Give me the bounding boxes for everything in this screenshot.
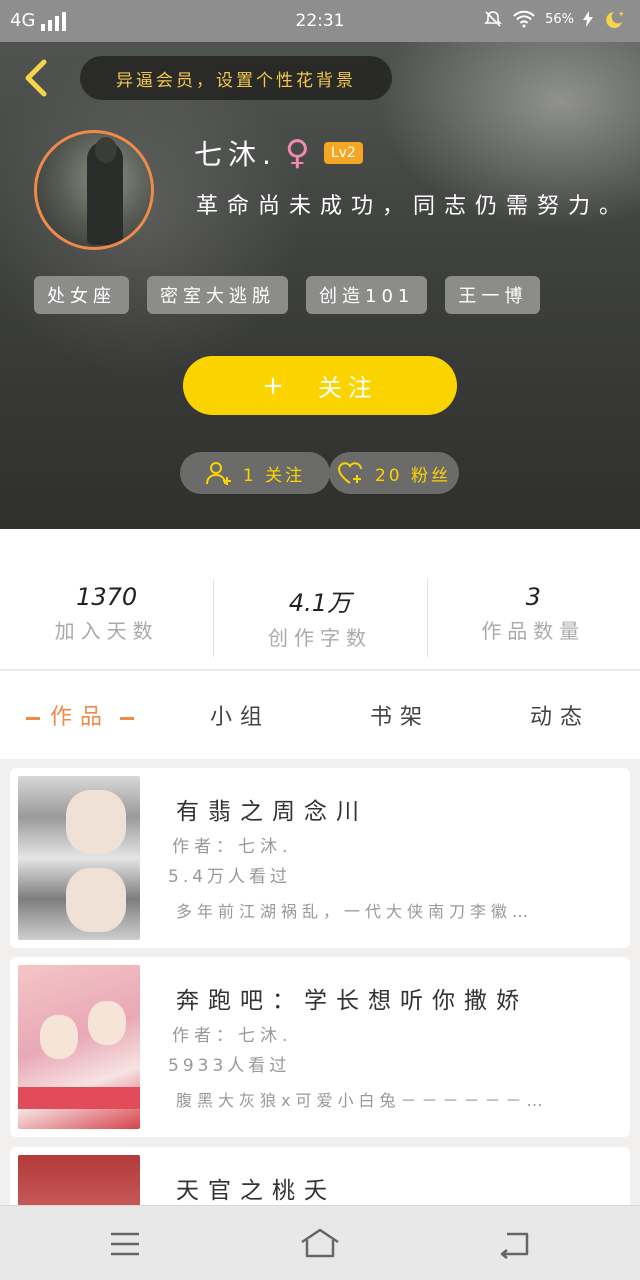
work-cover [18,776,140,940]
work-title: 有翡之周念川 [176,799,368,825]
profile-tabs: 作品 小组 书架 动态 [0,671,640,759]
cover-face [88,1001,126,1045]
stat-label: 加入天数 [54,619,159,643]
cover-ribbon [18,1087,140,1109]
follow-label: 关注 [317,374,378,402]
battery-percent: 56% [545,11,574,27]
profile-name-row: 七沐. ♀ Lv2 [194,133,363,173]
moon-star-icon [606,11,624,28]
status-icons: 56% [483,9,628,29]
status-bar: 4G 22:31 56% [0,0,640,42]
tab-label: 作品 [49,705,110,730]
avatar[interactable] [34,130,154,250]
tab-label: 小组 [209,705,270,730]
charging-icon [583,11,593,27]
tab-works[interactable]: 作品 [0,699,160,731]
stat-join-days: 1370 加入天数 [0,529,213,669]
cover-face [40,1015,78,1059]
stat-value: 3 [525,583,541,611]
work-cover [18,965,140,1129]
tab-label: 动态 [529,705,590,730]
tag-item[interactable]: 创造101 [306,276,428,314]
work-author: 作者：七沐. [172,837,293,857]
work-card[interactable]: 有翡之周念川 作者：七沐. 5.4万人看过 多年前江湖祸乱，一代大侠南刀李徽… [10,768,630,948]
back-icon[interactable] [495,1226,535,1262]
work-description: 多年前江湖祸乱，一代大侠南刀李徽… [176,902,534,921]
female-icon: ♀ [284,133,316,173]
following-label: 1 关注 [242,465,306,486]
profile-motto: 革命尚未成功，同志仍需努力。 [196,194,631,219]
plus-icon: + [262,370,290,401]
tab-label: 书架 [369,705,430,730]
tab-groups[interactable]: 小组 [160,699,320,731]
fans-count-button[interactable]: 20 粉丝 [329,452,459,494]
stat-word-count: 4.1万 创作字数 [213,529,426,669]
home-icon[interactable] [298,1226,342,1262]
work-title: 奔跑吧：学长想听你撒娇 [176,988,528,1014]
tag-item[interactable]: 王一博 [445,276,541,314]
user-add-icon [205,462,231,485]
tab-bookshelf[interactable]: 书架 [320,699,480,731]
interest-tags: 处女座 密室大逃脱 创造101 王一博 [34,276,541,314]
username: 七沐. [194,138,277,171]
work-card[interactable]: 奔跑吧：学长想听你撒娇 作者：七沐. 5933人看过 腹黑大灰狼x可爱小白兔－－… [10,957,630,1137]
stat-works-count: 3 作品数量 [426,529,640,669]
tag-item[interactable]: 处女座 [34,276,129,314]
following-count-button[interactable]: 1 关注 [180,452,330,494]
heart-add-icon [337,462,362,484]
stat-label: 创作字数 [267,626,372,650]
work-views: 5.4万人看过 [168,867,292,887]
system-nav-bar [0,1205,640,1280]
back-arrow-icon[interactable] [18,58,58,98]
menu-icon[interactable] [105,1226,145,1262]
follow-button[interactable]: + 关注 [183,356,457,415]
work-views: 5933人看过 [168,1056,291,1076]
work-title: 天官之桃夭 [176,1178,336,1204]
cover-face [66,790,126,854]
cover-face [66,868,126,932]
fans-label: 20 粉丝 [374,465,452,486]
stat-value: 4.1万 [288,589,352,617]
tab-activity[interactable]: 动态 [480,699,640,731]
stat-label: 作品数量 [481,619,586,643]
set-background-tip[interactable]: 异逼会员，设置个性花背景 [80,56,392,100]
wifi-icon [513,10,535,28]
stat-value: 1370 [76,583,138,611]
level-badge: Lv2 [323,142,363,164]
stats-row: 1370 加入天数 4.1万 创作字数 3 作品数量 [0,529,640,670]
work-description: 腹黑大灰狼x可爱小白兔－－－－－－… [176,1091,548,1110]
mute-bell-icon [484,11,503,27]
avatar-head [95,137,117,163]
tag-item[interactable]: 密室大逃脱 [147,276,288,314]
work-author: 作者：七沐. [172,1026,293,1046]
